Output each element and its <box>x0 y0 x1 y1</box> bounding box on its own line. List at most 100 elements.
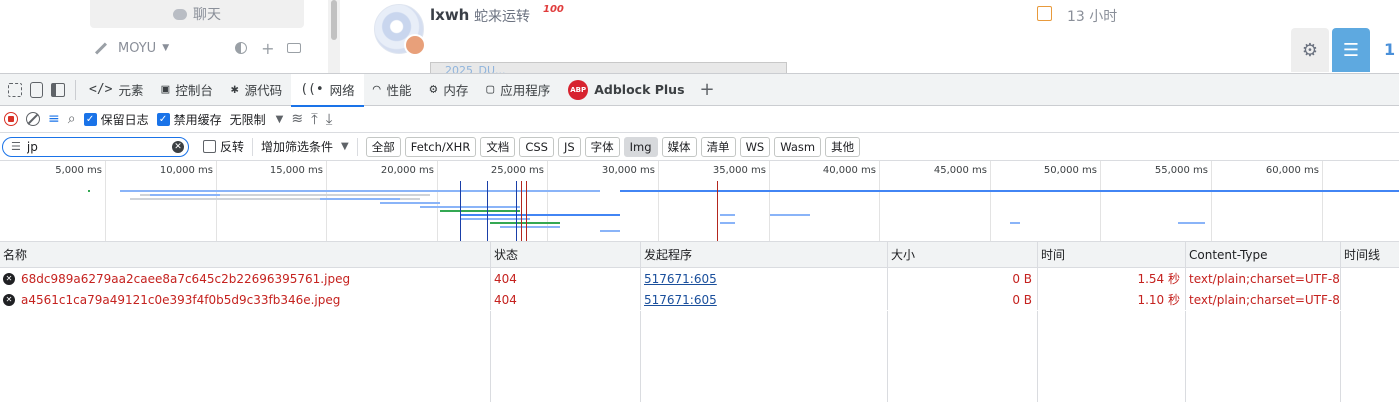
post-user-tag: 蛇来运转 <box>474 9 530 25</box>
clear-filter-icon[interactable]: ✕ <box>172 140 184 153</box>
tab-label: 网络 <box>329 83 355 98</box>
scrollbar-thumb[interactable] <box>331 0 337 40</box>
tab-elements[interactable]: </> 元素 <box>80 74 153 106</box>
error-icon: ✕ <box>3 293 15 306</box>
timeline-event-marker <box>526 181 527 241</box>
column-header-size[interactable]: 大小 <box>888 242 1038 267</box>
type-filter-button[interactable]: 字体 <box>584 136 620 157</box>
table-row[interactable]: ✕ a4561c1ca79a49121c0e393f4f0b5d9c33fb346… <box>0 289 1399 310</box>
tab-label: 应用程序 <box>500 83 551 98</box>
type-filter-button[interactable]: Fetch/XHR <box>404 136 477 157</box>
timeline-request-bar <box>620 190 780 192</box>
checkbox-checked-icon[interactable]: ✓ <box>83 112 97 126</box>
clear-button[interactable] <box>26 112 40 126</box>
column-header-initiator[interactable]: 发起程序 <box>641 242 888 267</box>
post-username[interactable]: lxwh <box>430 6 469 24</box>
tab-adblock-plus[interactable]: ABP Adblock Plus <box>559 74 693 106</box>
tab-performance[interactable]: ◠ 性能 <box>364 74 421 106</box>
chevron-down-icon[interactable]: ▼ <box>162 43 169 53</box>
search-icon[interactable]: ⌕ <box>68 111 76 127</box>
more-tabs-plus-icon[interactable]: + <box>700 79 715 100</box>
filter-icon[interactable]: ≡ <box>48 111 60 127</box>
column-filler <box>0 311 491 402</box>
type-filter-button[interactable]: JS <box>557 136 581 157</box>
record-button[interactable] <box>4 112 18 126</box>
timeline-gridline <box>105 161 106 241</box>
sidebar-scrollbar[interactable] <box>328 0 340 73</box>
tab-sources[interactable]: ✱ 源代码 <box>222 74 291 106</box>
tab-memory[interactable]: ⚙ 内存 <box>421 74 478 106</box>
device-toggle-icon[interactable] <box>30 81 43 98</box>
chat-button[interactable]: 聊天 <box>90 0 304 28</box>
chat-bubble-icon <box>173 8 187 20</box>
filter-box[interactable]: ☰ ✕ <box>2 136 189 157</box>
timeline-request-bar <box>88 190 90 192</box>
throttling-select[interactable]: 无限制 ▼ <box>230 111 284 128</box>
gear-icon: ⚙ <box>1301 39 1319 61</box>
settings-button[interactable]: ⚙ <box>1291 28 1329 72</box>
timeline-tick-label: 50,000 ms <box>1043 165 1097 176</box>
preserve-log-label: 保留日志 <box>100 112 149 127</box>
checkbox-checked-icon[interactable]: ✓ <box>156 112 170 126</box>
request-name-cell[interactable]: ✕ 68dc989a6279aa2caee8a7c645c2b2269639576… <box>0 268 491 289</box>
more-filters-dropdown[interactable]: 增加筛选条件 ▼ <box>261 138 349 155</box>
type-filter-button[interactable]: 文档 <box>480 136 516 157</box>
type-filter-button[interactable]: WS <box>739 136 771 157</box>
timeline-gridline <box>1322 161 1323 241</box>
initiator-link[interactable]: 517671:605 <box>644 293 717 307</box>
preserve-log-checkbox[interactable]: ✓ 保留日志 <box>83 111 149 128</box>
devtools-panel: </> 元素 ▣ 控制台 ✱ 源代码 ((• 网络 ◠ 性能 ⚙ 内存 ▢ 应用程序 ABP A… <box>0 73 1399 402</box>
network-overview-timeline[interactable]: 5,000 ms 10,000 ms 15,000 ms 20,000 ms 25,00… <box>0 161 1399 242</box>
column-header-waterfall[interactable]: 时间线 <box>1341 242 1399 267</box>
request-name-cell[interactable]: ✕ a4561c1ca79a49121c0e393f4f0b5d9c33fb346… <box>0 289 491 310</box>
menu-button[interactable]: ☰ <box>1332 28 1370 72</box>
request-initiator-cell: 517671:605 <box>641 289 888 310</box>
dock-side-icon[interactable] <box>51 82 65 97</box>
stop-icon <box>8 116 14 122</box>
timeline-tick-label: 25,000 ms <box>490 165 544 176</box>
column-filler <box>1038 311 1186 402</box>
checkbox-unchecked-icon[interactable] <box>203 140 216 153</box>
type-filter-button[interactable]: 清单 <box>700 136 736 157</box>
page-number[interactable]: 1 <box>1384 40 1395 59</box>
type-filter-button[interactable]: CSS <box>519 136 554 157</box>
type-filter-button[interactable]: 媒体 <box>661 136 697 157</box>
column-header-status[interactable]: 状态 <box>491 242 641 267</box>
contrast-icon[interactable] <box>235 42 248 54</box>
filter-input[interactable] <box>26 139 166 154</box>
tab-application[interactable]: ▢ 应用程序 <box>477 74 559 106</box>
edit-icon[interactable] <box>1037 6 1052 21</box>
network-conditions-icon[interactable]: ≋ <box>291 111 303 127</box>
table-row[interactable]: ✕ 68dc989a6279aa2caee8a7c645c2b2269639576… <box>0 268 1399 289</box>
type-filter-button[interactable]: 其他 <box>825 136 861 157</box>
column-header-content-type[interactable]: Content-Type <box>1186 242 1341 267</box>
tab-network[interactable]: ((• 网络 <box>291 73 364 107</box>
invert-checkbox[interactable]: 反转 <box>203 138 244 155</box>
disable-cache-checkbox[interactable]: ✓ 禁用缓存 <box>156 111 222 128</box>
timeline-request-bar <box>600 230 620 232</box>
timeline-request-bar <box>150 194 220 196</box>
disable-cache-label: 禁用缓存 <box>173 112 222 127</box>
tab-console[interactable]: ▣ 控制台 <box>153 74 222 106</box>
inspect-icon[interactable] <box>8 82 22 97</box>
tab-label: 性能 <box>386 83 412 98</box>
plus-icon[interactable]: + <box>261 39 274 58</box>
request-status: 404 <box>491 289 641 310</box>
initiator-link[interactable]: 517671:605 <box>644 272 717 286</box>
column-header-time[interactable]: 时间 <box>1038 242 1186 267</box>
type-filter-button[interactable]: Img <box>623 136 658 157</box>
type-filter-button[interactable]: Wasm <box>774 136 822 157</box>
timeline-event-marker <box>717 181 718 241</box>
app-icon: ▢ <box>486 82 495 97</box>
timeline-gridline <box>769 161 770 241</box>
tab-label: 元素 <box>118 83 144 98</box>
type-filter-button[interactable]: 全部 <box>365 136 401 157</box>
export-har-icon[interactable]: ⤓ <box>326 110 333 128</box>
chevron-down-icon: ▼ <box>341 141 349 152</box>
moyu-dropdown[interactable]: MOYU <box>118 41 156 56</box>
keyboard-icon[interactable] <box>286 43 301 53</box>
timeline-request-bar <box>500 226 560 228</box>
import-har-icon[interactable]: ⤒ <box>311 110 318 128</box>
column-header-name[interactable]: 名称 <box>0 242 491 267</box>
timeline-event-marker <box>487 181 488 241</box>
